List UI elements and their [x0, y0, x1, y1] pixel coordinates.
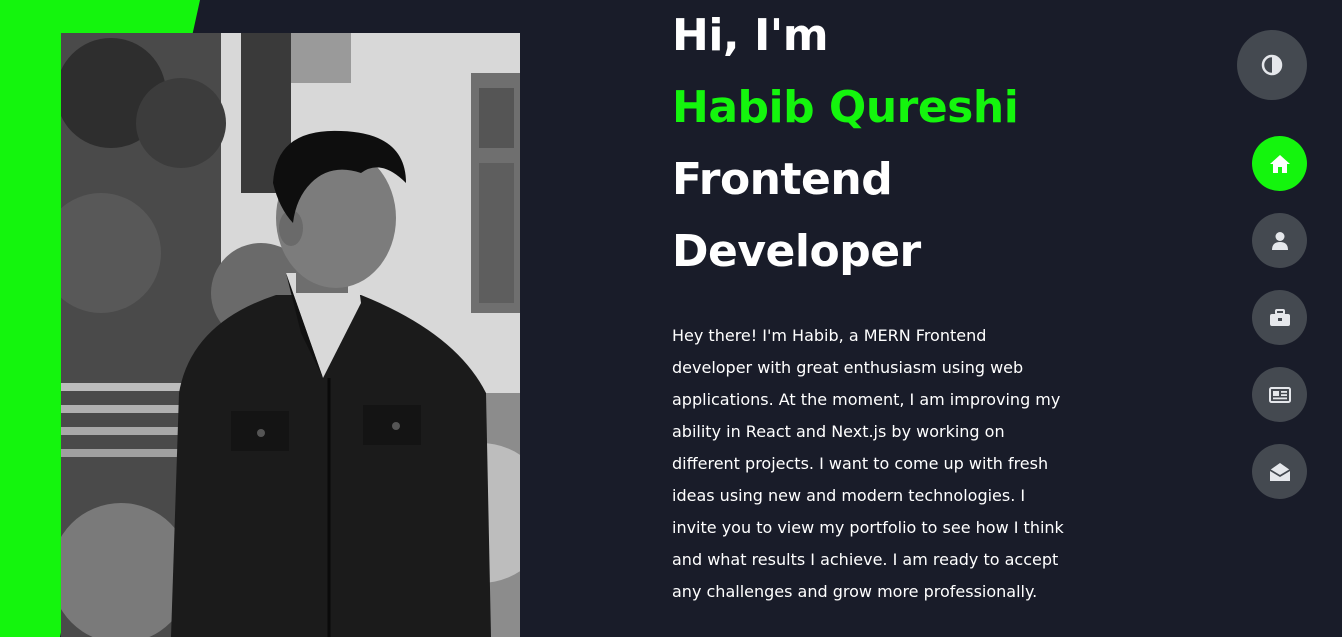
theme-toggle-button[interactable] — [1237, 30, 1307, 100]
envelope-open-icon — [1269, 462, 1291, 482]
nav-home-button[interactable] — [1252, 136, 1307, 191]
user-icon — [1271, 231, 1289, 251]
hero-intro: Hi, I'm Habib Qureshi Frontend Developer… — [672, 0, 1072, 608]
nav-about-button[interactable] — [1252, 213, 1307, 268]
page: Hi, I'm Habib Qureshi Frontend Developer… — [0, 0, 1342, 637]
home-icon — [1269, 154, 1291, 174]
newspaper-icon — [1268, 386, 1291, 403]
profile-photo — [61, 33, 520, 637]
hero-headline: Hi, I'm Habib Qureshi Frontend Developer — [672, 0, 1072, 288]
nav-portfolio-button[interactable] — [1252, 290, 1307, 345]
side-nav — [1252, 136, 1307, 521]
briefcase-icon — [1269, 308, 1291, 327]
contrast-icon — [1261, 54, 1283, 76]
role-text-line1: Frontend — [672, 154, 893, 205]
role-text-line2: Developer — [672, 226, 921, 277]
bio-text: Hey there! I'm Habib, a MERN Frontend de… — [672, 326, 1064, 601]
nav-contact-button[interactable] — [1252, 444, 1307, 499]
nav-blog-button[interactable] — [1252, 367, 1307, 422]
greeting-text: Hi, I'm — [672, 10, 829, 61]
name-text: Habib Qureshi — [672, 82, 1019, 133]
